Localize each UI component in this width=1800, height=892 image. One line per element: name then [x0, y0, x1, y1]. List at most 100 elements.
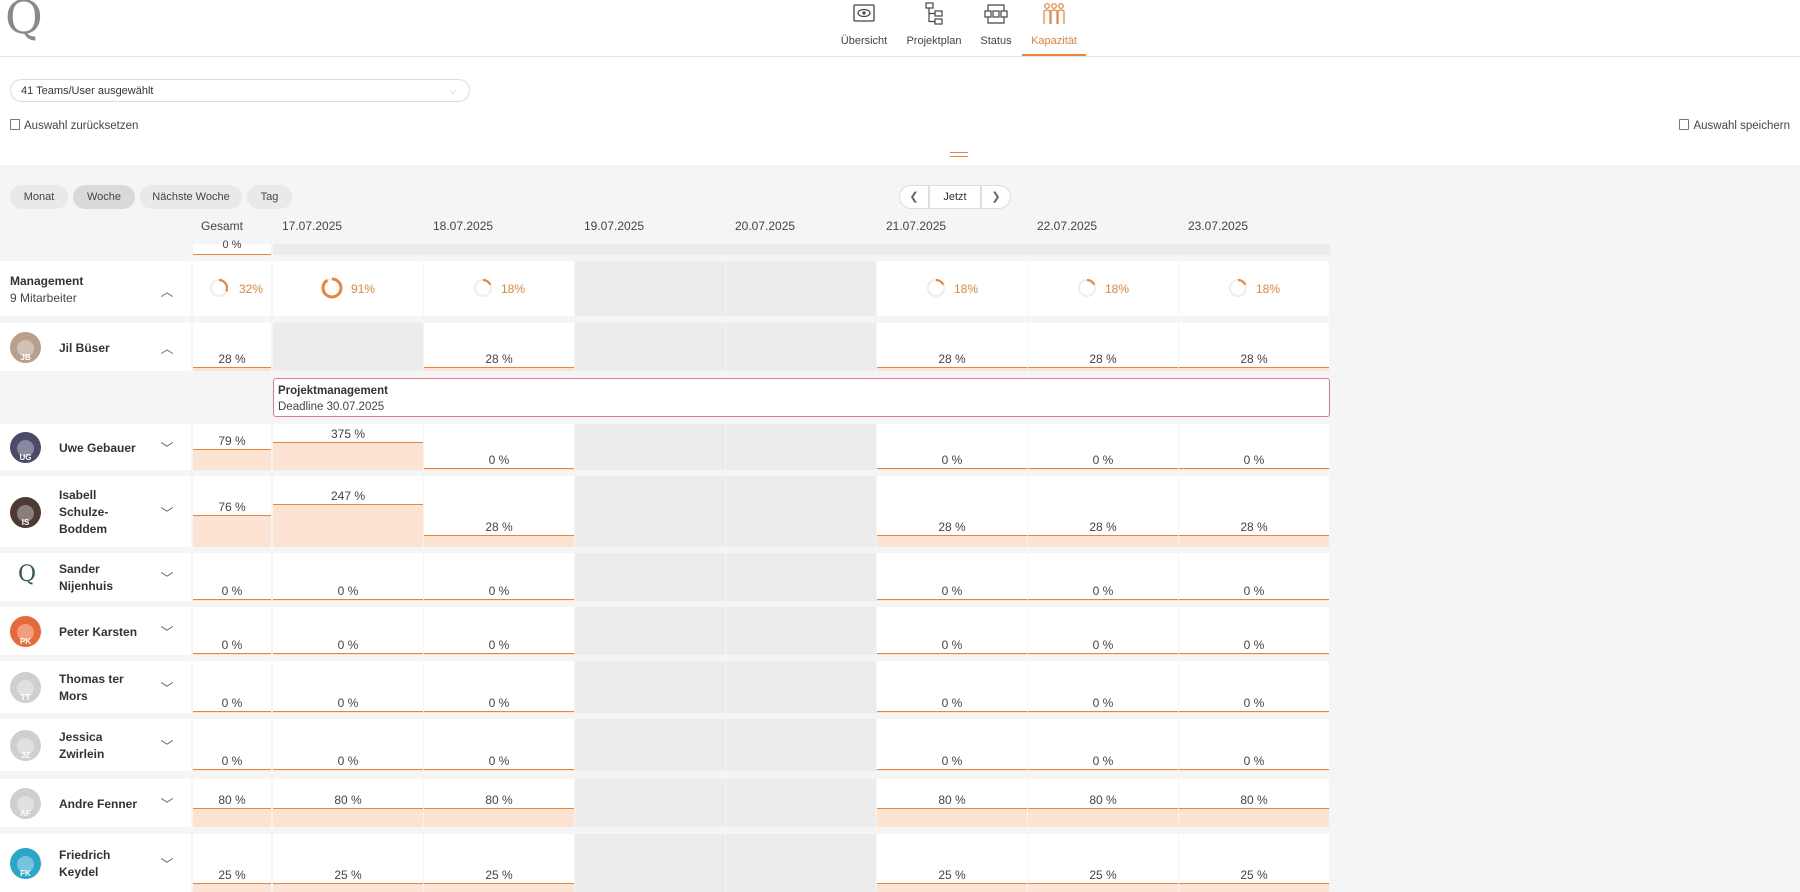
person-day-value: 0 % — [1092, 754, 1114, 768]
person-day-cell[interactable]: 80 % — [1179, 779, 1329, 827]
person-day-cell[interactable]: 375 % — [273, 424, 423, 470]
person-day-cell[interactable]: 0 % — [273, 607, 423, 655]
team-name: Management — [10, 274, 84, 288]
person-day-cell[interactable]: 80 % — [273, 779, 423, 827]
person-day-cell[interactable] — [726, 719, 876, 771]
person-day-cell[interactable]: 0 % — [273, 661, 423, 713]
person-day-cell[interactable]: 25 % — [1028, 834, 1178, 892]
person-day-cell[interactable] — [575, 607, 725, 655]
capacity-bar — [273, 711, 423, 713]
expand-person-button[interactable]: ﹀ — [160, 622, 174, 640]
person-day-cell[interactable] — [726, 424, 876, 470]
team-day-cell[interactable]: 18% — [424, 261, 574, 316]
tab-projektplan[interactable]: Projektplan — [902, 0, 966, 56]
person-day-cell[interactable]: 28 % — [1028, 323, 1178, 371]
person-day-cell[interactable]: 0 % — [1028, 607, 1178, 655]
person-day-cell[interactable]: 0 % — [1179, 424, 1329, 470]
person-day-cell[interactable]: 0 % — [424, 661, 574, 713]
person-day-cell[interactable]: 0 % — [424, 553, 574, 601]
person-day-cell[interactable]: 28 % — [424, 476, 574, 547]
expand-person-button[interactable]: ﹀ — [160, 503, 174, 521]
person-day-cell[interactable]: 25 % — [1179, 834, 1329, 892]
person-day-cell[interactable]: 0 % — [877, 424, 1027, 470]
previous-period-button[interactable]: ❮ — [899, 185, 929, 209]
expand-person-button[interactable]: ﹀ — [160, 438, 174, 456]
view-week-button[interactable]: Woche — [73, 185, 135, 209]
person-day-cell[interactable] — [575, 476, 725, 547]
person-day-cell[interactable]: 0 % — [1179, 553, 1329, 601]
person-day-cell[interactable]: 0 % — [424, 719, 574, 771]
person-day-cell[interactable] — [726, 779, 876, 827]
person-day-cell[interactable] — [575, 553, 725, 601]
team-day-cell[interactable]: 91% — [273, 261, 423, 316]
team-day-cell[interactable]: 18% — [877, 261, 1027, 316]
person-day-cell[interactable] — [575, 323, 725, 371]
panel-resize-handle[interactable] — [950, 152, 968, 160]
person-day-cell[interactable]: 0 % — [877, 661, 1027, 713]
person-day-cell[interactable] — [726, 323, 876, 371]
expand-person-button[interactable]: ﹀ — [160, 794, 174, 812]
expand-person-button[interactable]: ﹀ — [160, 678, 174, 696]
team-day-cell[interactable] — [726, 261, 876, 316]
person-day-cell[interactable]: 0 % — [273, 719, 423, 771]
person-day-cell[interactable]: 0 % — [1179, 719, 1329, 771]
person-day-cell[interactable]: 0 % — [273, 553, 423, 601]
tab-uebersicht[interactable]: Übersicht — [836, 0, 892, 56]
person-day-cell[interactable]: 25 % — [424, 834, 574, 892]
person-day-cell[interactable]: 0 % — [1028, 424, 1178, 470]
person-day-cell[interactable]: 80 % — [424, 779, 574, 827]
person-day-cell[interactable] — [273, 323, 423, 371]
person-day-cell[interactable]: 0 % — [1028, 661, 1178, 713]
person-day-cell[interactable]: 28 % — [877, 476, 1027, 547]
collapse-person-button[interactable]: ︿ — [160, 338, 174, 356]
person-day-cell[interactable]: 0 % — [877, 553, 1027, 601]
person-day-cell[interactable] — [726, 834, 876, 892]
person-day-cell[interactable]: 80 % — [1028, 779, 1178, 827]
expand-person-button[interactable]: ﹀ — [160, 854, 174, 872]
team-day-cell[interactable]: 18% — [1179, 261, 1329, 316]
person-day-cell[interactable]: 0 % — [424, 607, 574, 655]
person-day-cell[interactable]: 25 % — [273, 834, 423, 892]
view-day-button[interactable]: Tag — [247, 185, 292, 209]
view-next-week-button[interactable]: Nächste Woche — [140, 185, 242, 209]
collapse-team-button[interactable]: ︿ — [160, 281, 174, 299]
person-day-cell[interactable]: 0 % — [1179, 607, 1329, 655]
person-day-cell[interactable]: 0 % — [1028, 553, 1178, 601]
expand-person-button[interactable]: ﹀ — [160, 568, 174, 586]
person-day-cell[interactable] — [575, 661, 725, 713]
person-day-cell[interactable]: 0 % — [877, 719, 1027, 771]
task-title: Projektmanagement — [278, 385, 388, 397]
person-day-cell[interactable]: 0 % — [424, 424, 574, 470]
person-day-cell[interactable]: 28 % — [424, 323, 574, 371]
expand-person-button[interactable]: ﹀ — [160, 736, 174, 754]
tab-status[interactable]: Status — [974, 0, 1018, 56]
person-day-cell[interactable]: 0 % — [1028, 719, 1178, 771]
person-day-cell[interactable]: 28 % — [877, 323, 1027, 371]
view-month-button[interactable]: Monat — [10, 185, 68, 209]
person-day-cell[interactable] — [575, 834, 725, 892]
tab-kapazitaet[interactable]: Kapazität — [1022, 0, 1086, 56]
person-day-cell[interactable]: 28 % — [1028, 476, 1178, 547]
person-day-cell[interactable] — [575, 424, 725, 470]
team-day-cell[interactable] — [575, 261, 725, 316]
person-day-cell[interactable]: 28 % — [1179, 476, 1329, 547]
next-period-button[interactable]: ❯ — [981, 185, 1011, 209]
save-selection-button[interactable]: Auswahl speichern — [1679, 119, 1790, 132]
person-day-cell[interactable] — [575, 779, 725, 827]
person-day-cell[interactable] — [726, 476, 876, 547]
person-day-cell[interactable]: 0 % — [877, 607, 1027, 655]
person-day-cell[interactable]: 80 % — [877, 779, 1027, 827]
reset-selection-button[interactable]: Auswahl zurücksetzen — [10, 119, 138, 132]
team-day-cell[interactable]: 18% — [1028, 261, 1178, 316]
person-day-cell[interactable] — [726, 553, 876, 601]
person-day-cell[interactable]: 247 % — [273, 476, 423, 547]
person-day-cell[interactable] — [575, 719, 725, 771]
team-user-select[interactable]: 41 Teams/User ausgewählt ⌵ — [10, 79, 470, 102]
person-day-cell[interactable]: 25 % — [877, 834, 1027, 892]
person-day-cell[interactable]: 0 % — [1179, 661, 1329, 713]
person-day-cell[interactable] — [726, 607, 876, 655]
task-card[interactable]: Projektmanagement Deadline 30.07.2025 — [273, 378, 1330, 417]
person-day-cell[interactable] — [726, 661, 876, 713]
person-day-cell[interactable]: 28 % — [1179, 323, 1329, 371]
today-button[interactable]: Jetzt — [929, 185, 981, 209]
